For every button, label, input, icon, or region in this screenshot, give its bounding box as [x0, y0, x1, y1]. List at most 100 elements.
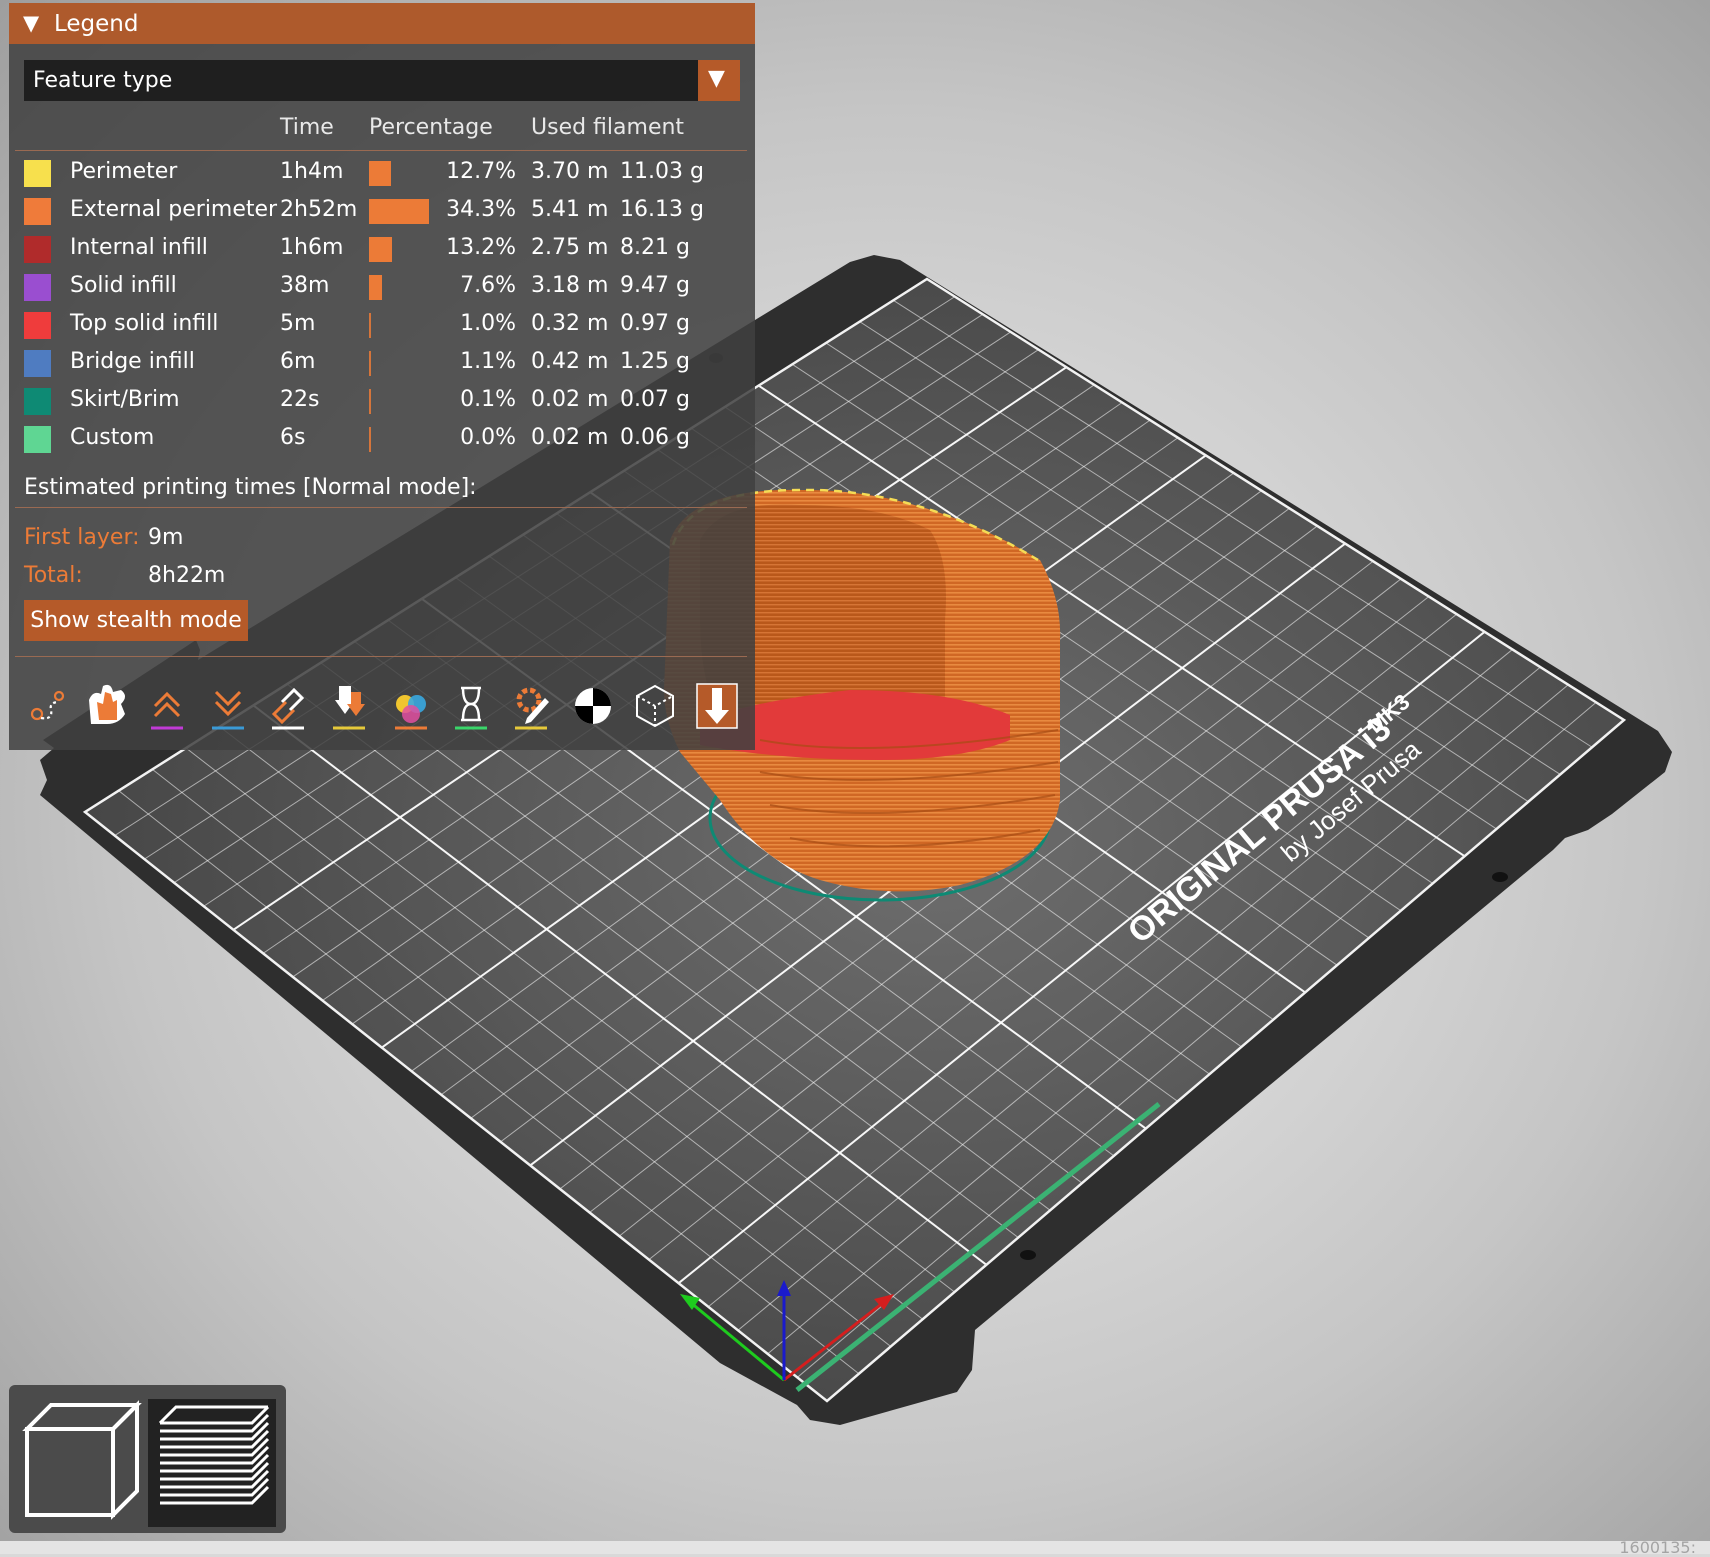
color-swatch — [24, 426, 51, 453]
feature-row[interactable]: Skirt/Brim 22s 0.1% 0.02 m 0.07 g — [9, 382, 755, 418]
bed-hole — [1492, 872, 1508, 882]
feature-row[interactable]: Bridge infill 6m 1.1% 0.42 m 1.25 g — [9, 344, 755, 380]
feature-weight: 16.13 g — [620, 197, 704, 222]
legend-header[interactable]: ▼ Legend — [9, 3, 755, 44]
feature-length: 0.02 m — [531, 387, 609, 412]
show-stealth-mode-button[interactable]: Show stealth mode — [24, 600, 248, 641]
custom-gcode-icon[interactable] — [575, 688, 611, 724]
layers-icon — [158, 1405, 270, 1505]
deretraction-icon[interactable] — [151, 691, 183, 730]
color-swatch — [24, 388, 51, 415]
feature-name: Perimeter — [70, 159, 178, 184]
total-value: 8h22m — [148, 563, 226, 588]
feature-name: Internal infill — [70, 235, 208, 260]
feature-length: 3.70 m — [531, 159, 609, 184]
feature-row[interactable]: Internal infill 1h6m 13.2% 2.75 m 8.21 g — [9, 230, 755, 266]
percentage-bar — [369, 161, 392, 186]
layer-down-icon[interactable] — [271, 687, 305, 730]
center-of-gravity-icon[interactable] — [636, 684, 674, 728]
view-type-dropdown[interactable]: Feature type ▼ — [24, 60, 740, 101]
preview-button[interactable] — [148, 1399, 276, 1527]
view-type-value: Feature type — [33, 68, 173, 93]
feature-row[interactable]: Top solid infill 5m 1.0% 0.32 m 0.97 g — [9, 306, 755, 342]
bed-hole — [1020, 1250, 1036, 1260]
retraction-icon[interactable] — [89, 684, 125, 724]
column-header-time: Time — [280, 115, 334, 140]
first-layer-label: First layer: — [24, 525, 140, 550]
feature-weight: 1.25 g — [620, 349, 690, 374]
feature-length: 0.42 m — [531, 349, 609, 374]
column-header-used-filament: Used filament — [531, 115, 685, 140]
feature-percentage: 0.0% — [460, 425, 516, 450]
color-swatch — [24, 350, 51, 377]
status-bar — [0, 1541, 1710, 1554]
legend-panel: ▼ Legend Feature type ▼ Time Percentage … — [9, 3, 755, 750]
color-change-icon[interactable] — [455, 686, 487, 730]
color-swatch — [24, 274, 51, 301]
percentage-bar — [369, 351, 371, 376]
feature-weight: 9.47 g — [620, 273, 690, 298]
feature-weight: 0.06 g — [620, 425, 690, 450]
color-swatch — [24, 198, 51, 225]
feature-name: Custom — [70, 425, 155, 450]
feature-row[interactable]: Solid infill 38m 7.6% 3.18 m 9.47 g — [9, 268, 755, 304]
seams-icon[interactable] — [333, 686, 365, 730]
feature-row[interactable]: Perimeter 1h4m 12.7% 3.70 m 11.03 g — [9, 154, 755, 190]
feature-weight: 0.97 g — [620, 311, 690, 336]
total-label: Total: — [24, 563, 83, 588]
feature-length: 0.02 m — [531, 425, 609, 450]
color-swatch — [24, 312, 51, 339]
divider — [15, 656, 747, 657]
percentage-bar — [369, 427, 371, 452]
feature-percentage: 34.3% — [446, 197, 516, 222]
tool-change-icon[interactable] — [395, 695, 427, 730]
travel-icon[interactable] — [30, 690, 65, 721]
status-text: 1600135: — [1619, 1538, 1696, 1557]
feature-time: 6s — [280, 425, 306, 450]
feature-length: 5.41 m — [531, 197, 609, 222]
feature-name: Bridge infill — [70, 349, 195, 374]
layer-up-icon[interactable] — [212, 690, 244, 730]
feature-percentage: 0.1% — [460, 387, 516, 412]
feature-row[interactable]: External perimeter 2h52m 34.3% 5.41 m 16.13 … — [9, 192, 755, 228]
legend-title: Legend — [54, 11, 139, 37]
feature-time: 38m — [280, 273, 330, 298]
feature-name: Top solid infill — [70, 311, 219, 336]
percentage-bar — [369, 275, 383, 300]
feature-name: External perimeter — [70, 197, 278, 222]
percentage-bar — [369, 237, 393, 262]
pause-icon[interactable] — [515, 687, 549, 730]
feature-name: Skirt/Brim — [70, 387, 180, 412]
feature-time: 1h6m — [280, 235, 344, 260]
dropdown-arrow-icon: ▼ — [708, 66, 725, 91]
feature-weight: 8.21 g — [620, 235, 690, 260]
percentage-bar — [369, 313, 371, 338]
percentage-bar — [369, 389, 371, 414]
feature-time: 1h4m — [280, 159, 344, 184]
estimated-times-title: Estimated printing times [Normal mode]: — [24, 475, 477, 500]
collapse-arrow-icon[interactable]: ▼ — [23, 11, 39, 35]
feature-percentage: 1.1% — [460, 349, 516, 374]
shells-icon[interactable] — [696, 683, 738, 729]
feature-time: 5m — [280, 311, 316, 336]
feature-percentage: 13.2% — [446, 235, 516, 260]
first-layer-value: 9m — [148, 525, 184, 550]
feature-time: 2h52m — [280, 197, 358, 222]
feature-percentage: 1.0% — [460, 311, 516, 336]
color-swatch — [24, 160, 51, 187]
view-switch-panel — [9, 1385, 286, 1533]
color-swatch — [24, 236, 51, 263]
legend-toolbar — [30, 683, 738, 730]
cube-icon — [22, 1400, 142, 1520]
column-header-percentage: Percentage — [369, 115, 493, 140]
feature-time: 22s — [280, 387, 320, 412]
3d-view-button[interactable] — [21, 1399, 143, 1521]
feature-length: 2.75 m — [531, 235, 609, 260]
feature-name: Solid infill — [70, 273, 177, 298]
feature-weight: 0.07 g — [620, 387, 690, 412]
dropdown-button[interactable]: ▼ — [698, 60, 740, 101]
feature-weight: 11.03 g — [620, 159, 704, 184]
feature-row[interactable]: Custom 6s 0.0% 0.02 m 0.06 g — [9, 420, 755, 456]
feature-length: 0.32 m — [531, 311, 609, 336]
divider — [15, 507, 747, 508]
